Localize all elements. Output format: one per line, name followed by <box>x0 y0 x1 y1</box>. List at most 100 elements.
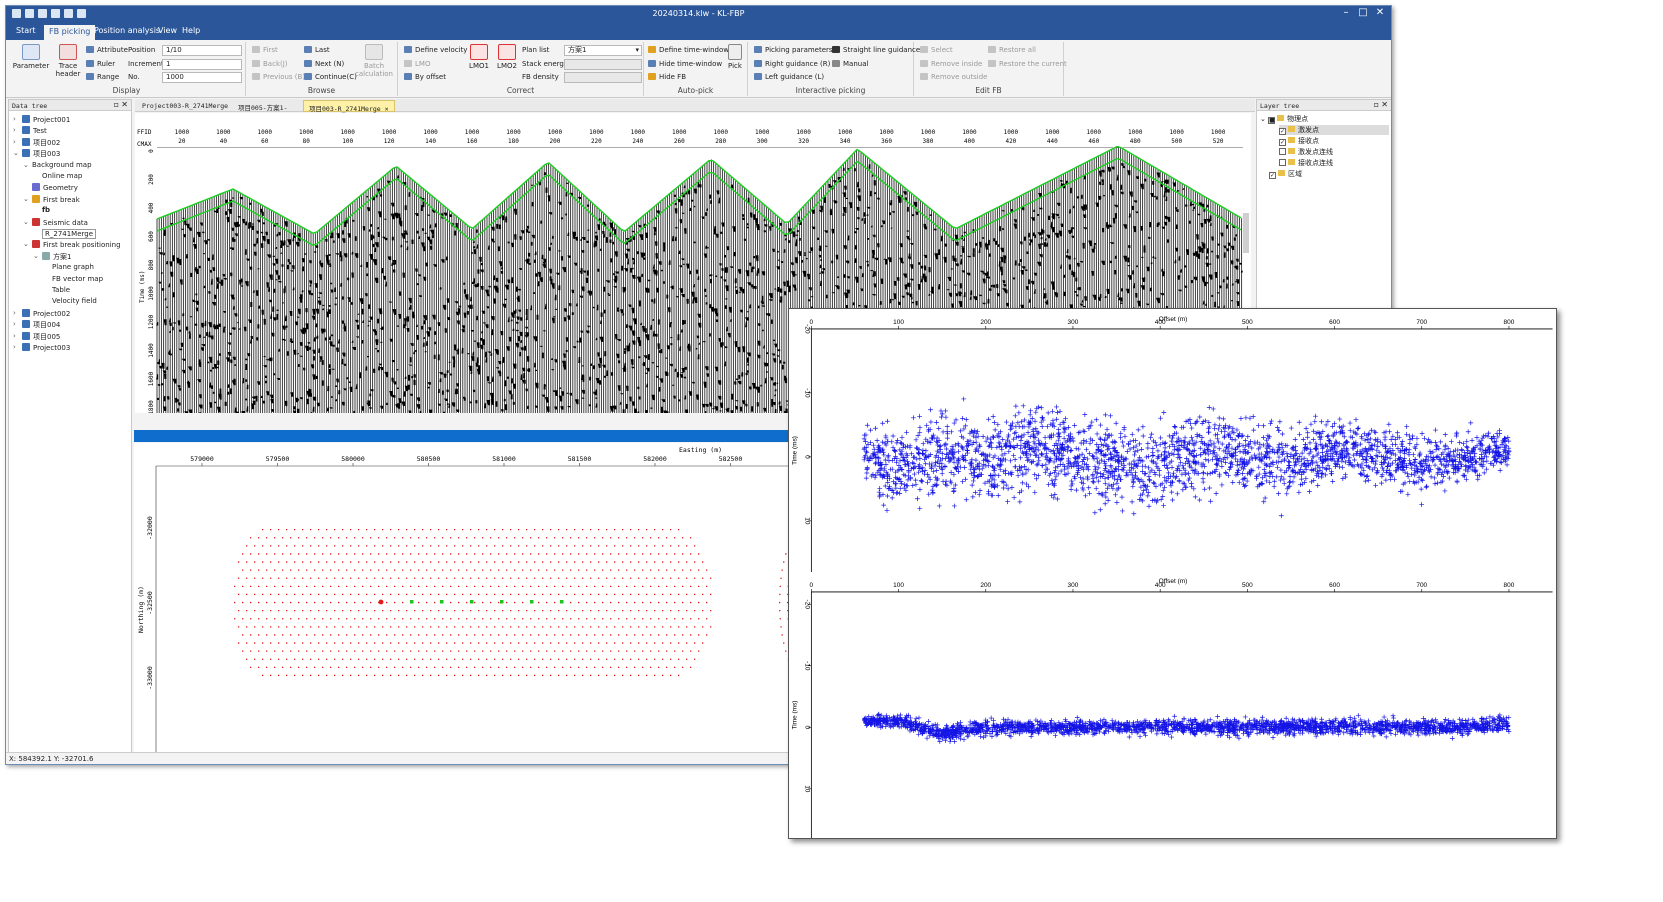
tree-item[interactable]: Project001 <box>22 115 70 124</box>
tree-item[interactable]: R_2741Merge <box>42 229 97 239</box>
tree-item[interactable]: First break positioning <box>32 240 121 249</box>
minimize-button[interactable]: – <box>1339 7 1353 18</box>
back-button[interactable]: Back(J) <box>252 60 288 68</box>
picking-parameters-button[interactable]: Picking parameters <box>754 46 833 54</box>
receiver-point[interactable] <box>500 600 504 604</box>
tree-expander-icon[interactable]: ⌄ <box>13 149 19 157</box>
layer-item-receiver[interactable]: ✓ 接收点 <box>1279 136 1319 146</box>
tree-expander-icon[interactable]: › <box>13 343 16 351</box>
increment-input[interactable]: 1 <box>162 59 242 70</box>
checkbox-receiver[interactable]: ✓ <box>1279 139 1286 146</box>
tree-expander-icon[interactable]: › <box>13 332 16 340</box>
selected-source-point[interactable] <box>378 599 384 605</box>
lmo-button[interactable]: LMO <box>404 60 430 68</box>
menu-position-analysis[interactable]: Position analysis <box>94 26 160 35</box>
tree-item[interactable]: Plane graph <box>52 263 94 271</box>
batch-calculation-button[interactable]: Batch calculation <box>354 44 394 78</box>
receiver-point[interactable] <box>530 600 534 604</box>
layer-item-receiver-lines[interactable]: 接收点连线 <box>1279 158 1333 168</box>
previous-button[interactable]: Previous (B) <box>252 73 305 81</box>
menu-view[interactable]: View <box>158 26 177 35</box>
tree-item[interactable]: Online map <box>42 172 82 180</box>
close-panel-icon[interactable]: ✕ <box>1381 100 1388 109</box>
close-panel-icon[interactable]: ✕ <box>121 100 128 109</box>
maximize-button[interactable]: □ <box>1356 7 1370 18</box>
restore-all-button[interactable]: Restore all <box>988 46 1036 54</box>
tree-item[interactable]: FB vector map <box>52 275 103 283</box>
checkbox-region[interactable]: ✓ <box>1269 172 1276 179</box>
position-input[interactable]: 1/10 <box>162 45 242 56</box>
checkbox-source-lines[interactable] <box>1279 148 1286 155</box>
geometry-map-view[interactable]: Easting (m) 579000 579500 580000 580500 5810… <box>134 443 804 755</box>
tree-expander-icon[interactable]: ⌄ <box>23 161 29 169</box>
tab-project003-r2741merge[interactable]: Project003-R_2741Merge <box>137 100 233 112</box>
tree-item[interactable]: Velocity field <box>52 297 97 305</box>
restore-current-button[interactable]: Restore the current <box>988 60 1067 68</box>
receiver-point[interactable] <box>440 600 444 604</box>
tree-expander-icon[interactable]: › <box>13 126 16 134</box>
tree-item[interactable]: 方案1 <box>42 251 71 262</box>
checkbox-receiver-lines[interactable] <box>1279 159 1286 166</box>
range-button[interactable]: Range <box>86 73 119 81</box>
ruler-button[interactable]: Ruler <box>86 60 115 68</box>
residual-scatter-window[interactable]: 0 100 200 300 400 500 600 700 800Offset (m)-20-1… <box>788 308 1557 839</box>
layer-item-region[interactable]: ✓ 区域 <box>1269 169 1302 179</box>
receiver-point[interactable] <box>470 600 474 604</box>
checkbox-source[interactable]: ✓ <box>1279 128 1286 135</box>
layer-item-physical-points[interactable]: ⌄ ■ 物理点 <box>1260 114 1308 124</box>
define-velocity-button[interactable]: Define velocity <box>404 46 467 54</box>
remove-inside-button[interactable]: Remove inside <box>920 60 982 68</box>
tree-item[interactable]: Background map <box>32 161 92 169</box>
tree-expander-icon[interactable]: › <box>13 309 16 317</box>
tree-expander-icon[interactable]: › <box>13 138 16 146</box>
checkbox-physical-points[interactable]: ■ <box>1268 117 1276 124</box>
straight-line-guidance-button[interactable]: Straight line guidance <box>832 46 920 54</box>
close-tab-icon[interactable]: ✕ <box>385 105 389 113</box>
menu-help[interactable]: Help <box>182 26 200 35</box>
tree-expander-icon[interactable]: ⌄ <box>23 240 29 248</box>
tree-item[interactable]: Test <box>22 126 47 135</box>
pick-button[interactable]: Pick <box>724 44 746 70</box>
no-input[interactable]: 1000 <box>162 72 242 83</box>
tree-item[interactable]: Project002 <box>22 308 70 318</box>
stack-energy-field[interactable] <box>564 59 642 70</box>
pin-icon[interactable]: ▫ <box>1374 100 1379 109</box>
plan-list-select[interactable]: 方案1 ▾ <box>564 45 642 56</box>
right-guidance-button[interactable]: Right guidance (R) <box>754 60 830 68</box>
tree-item[interactable]: 项目004 <box>22 320 60 330</box>
attribute-button[interactable]: Attribute <box>86 46 128 54</box>
pin-icon[interactable]: ▫ <box>114 100 119 109</box>
tree-item[interactable]: 项目005 <box>22 331 60 342</box>
tree-expander-icon[interactable]: ⌄ <box>33 252 39 260</box>
first-button[interactable]: First <box>252 46 278 54</box>
hide-time-window-button[interactable]: Hide time-window <box>648 60 722 68</box>
last-button[interactable]: Last <box>304 46 330 54</box>
define-time-window-button[interactable]: Define time-window <box>648 46 729 54</box>
menu-fb-picking[interactable]: FB picking <box>44 25 96 40</box>
vertical-scrollbar-thumb[interactable] <box>1243 213 1249 253</box>
manual-button[interactable]: Manual <box>832 60 868 68</box>
hide-fb-button[interactable]: Hide FB <box>648 73 686 81</box>
horizontal-scrollbar[interactable] <box>134 430 804 442</box>
tree-expander-icon[interactable]: › <box>13 115 16 123</box>
menu-start[interactable]: Start <box>16 26 36 35</box>
by-offset-button[interactable]: By offset <box>404 73 446 81</box>
next-button[interactable]: Next (N) <box>304 60 344 68</box>
lmo1-button[interactable]: LMO1 <box>466 44 492 70</box>
left-guidance-button[interactable]: Left guidance (L) <box>754 73 824 81</box>
select-button[interactable]: Select <box>920 46 953 54</box>
remove-outside-button[interactable]: Remove outside <box>920 73 987 81</box>
tree-item[interactable]: Seismic data <box>32 217 88 227</box>
tree-expander-icon[interactable]: › <box>13 320 16 328</box>
expand-icon[interactable]: ⌄ <box>1260 115 1266 123</box>
trace-header-button[interactable]: Trace header <box>52 44 84 78</box>
tree-item[interactable]: fb <box>42 206 50 214</box>
tree-item[interactable]: 项目002 <box>22 137 60 148</box>
tab-xm003-r2741merge[interactable]: 项目003-R_2741Merge ✕ <box>303 100 395 113</box>
layer-item-source-lines[interactable]: 激发点连线 <box>1279 147 1333 157</box>
tree-item[interactable]: Table <box>52 286 70 294</box>
parameter-button[interactable]: Parameter <box>12 44 50 70</box>
tree-item[interactable]: First break <box>32 194 80 204</box>
tree-expander-icon[interactable]: ⌄ <box>23 218 29 226</box>
fb-density-field[interactable] <box>564 72 642 83</box>
